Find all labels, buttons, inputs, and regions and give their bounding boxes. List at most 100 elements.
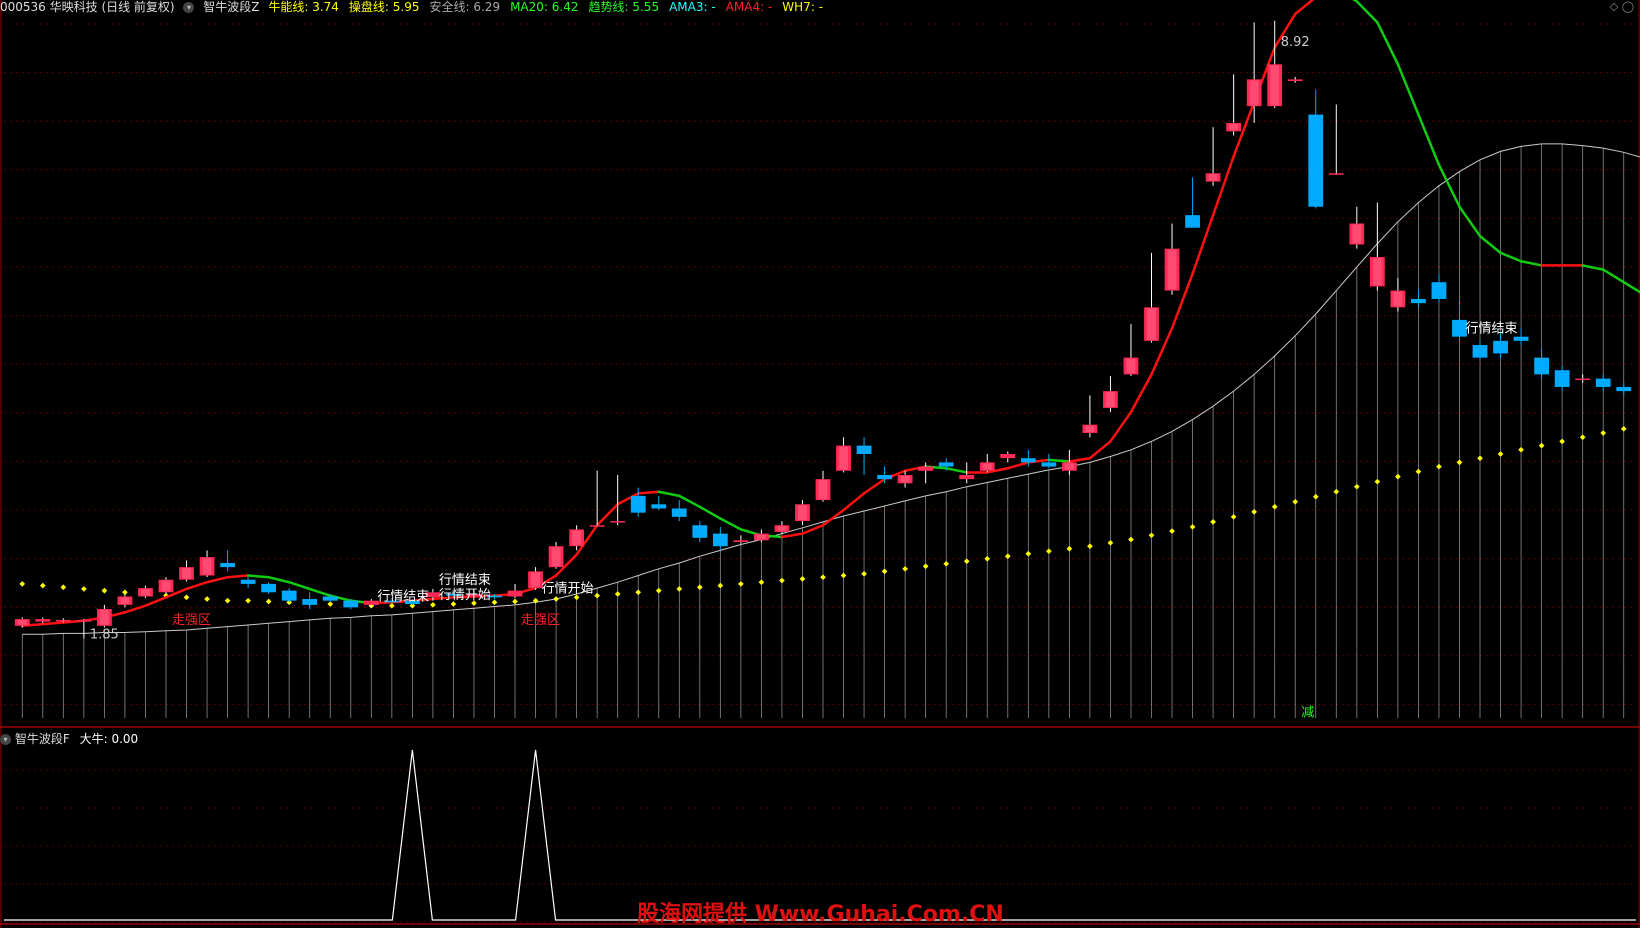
candle <box>261 582 277 594</box>
candle-body <box>1308 114 1324 207</box>
sub-header: ▾ 智牛波段F 大牛: 0.00 <box>0 731 138 747</box>
candle-highlight <box>100 610 109 625</box>
candle <box>1205 127 1221 186</box>
chart-annotation: 行情开始 <box>542 581 594 596</box>
main-chart-panel[interactable]: 8.921.85走强区 走强区行情结束行情结束行情开始 行情开始行情结束减 <box>0 0 1640 928</box>
chart-annotation: 行情结束 <box>439 573 491 588</box>
indicator-value-number: - <box>818 0 824 14</box>
sub-indicator-menu-icon[interactable]: ▾ <box>0 734 11 745</box>
trend-line-segment <box>1129 373 1153 414</box>
indicator-value-7: WH7: - <box>782 0 828 14</box>
bull-indicator-line <box>4 749 1636 921</box>
candle-highlight <box>161 580 171 592</box>
watermark-text: 股海网提供 Www.Guhai.Com.CN <box>637 902 1004 927</box>
indicator-value-2: 安全线: 6.29 <box>430 0 506 14</box>
candle <box>979 454 995 473</box>
candle <box>220 550 235 572</box>
trend-line-segment <box>678 494 702 509</box>
candle <box>712 526 728 551</box>
candle <box>754 529 769 542</box>
yellow-dot <box>1046 548 1052 555</box>
trend-line-segment <box>1088 440 1112 460</box>
candle <box>610 474 626 526</box>
indicator-value-number: - <box>711 0 716 14</box>
candle-body <box>281 590 297 601</box>
candle <box>671 500 687 522</box>
candle-body <box>1554 370 1570 387</box>
yellow-dot <box>19 581 26 587</box>
candle <box>35 617 51 624</box>
candle <box>692 521 708 542</box>
yellow-dot <box>1148 532 1155 539</box>
candle-body <box>55 619 71 622</box>
candle-highlight <box>1126 358 1136 374</box>
candle <box>117 593 133 608</box>
candle-highlight <box>1064 463 1074 470</box>
yellow-dot <box>1230 514 1237 520</box>
yellow-dot <box>738 581 744 587</box>
indicator-value-number: 5.55 <box>632 0 660 14</box>
yellow-dot <box>101 587 108 594</box>
candle-highlight <box>839 446 848 470</box>
yellow-dot <box>81 586 87 592</box>
indicator-menu-icon[interactable]: ▾ <box>183 2 195 13</box>
candle <box>1287 76 1303 83</box>
trend-line-segment <box>1478 234 1502 255</box>
top-right-controls: ◇ ◯ <box>1610 0 1634 13</box>
circle-menu-icon[interactable]: ◯ <box>1622 0 1634 13</box>
candle-body <box>671 508 687 517</box>
candle-highlight <box>1270 65 1280 106</box>
trend-line-segment <box>698 505 722 520</box>
yellow-dot <box>1107 540 1114 546</box>
candle-highlight <box>1147 308 1156 340</box>
trend-line-segment <box>246 574 270 579</box>
trend-line-segment <box>1499 251 1523 263</box>
candle-body <box>1287 79 1303 82</box>
candle-body <box>1041 462 1057 467</box>
diamond-icon[interactable]: ◇ <box>1610 0 1618 13</box>
trend-line-segment <box>842 492 866 512</box>
yellow-dots-layer <box>19 426 1627 609</box>
candle <box>1185 177 1200 228</box>
yellow-dot <box>1436 463 1442 470</box>
candle-body <box>589 525 605 527</box>
indicator-value-number: 3.74 <box>312 0 339 14</box>
indicator-name[interactable]: 智牛波段Z <box>203 0 259 14</box>
candle-body <box>733 540 749 542</box>
indicator-values: 牛能线: 3.74 操盘线: 5.95 安全线: 6.29 MA20: 6.42 趋势线… <box>268 0 833 14</box>
indicator-value-1: 操盘线: 5.95 <box>349 0 425 14</box>
candle-body <box>630 495 646 513</box>
candle <box>138 585 153 599</box>
sub-indicator-name[interactable]: 智牛波段F <box>15 732 70 746</box>
yellow-dot <box>635 589 642 596</box>
candle <box>836 437 851 473</box>
sub-indicator-label: 大牛: <box>79 732 108 746</box>
candle-highlight <box>1372 258 1382 286</box>
trend-line-segment <box>226 574 250 579</box>
candle-body <box>1000 454 1016 459</box>
candle-highlight <box>1229 123 1239 131</box>
yellow-dot <box>1271 503 1278 510</box>
candle-body <box>918 466 934 471</box>
yellow-dot <box>655 587 662 594</box>
candle-body <box>35 619 51 622</box>
yellow-dot <box>717 582 724 589</box>
candle-body <box>1534 357 1549 375</box>
yellow-dot <box>881 568 888 575</box>
chart-frame <box>0 0 1640 928</box>
chart-annotation: 行情结束 <box>1465 321 1517 336</box>
trend-line-segment <box>821 508 845 527</box>
yellow-dot <box>861 571 867 577</box>
candle <box>795 500 810 526</box>
indicator-value-label: 牛能线: <box>268 0 313 14</box>
yellow-dot <box>1518 446 1524 453</box>
trend-line-segment <box>267 575 291 584</box>
yellow-dot <box>902 565 908 572</box>
trend-line-segment <box>144 596 168 607</box>
candle-highlight <box>551 547 561 567</box>
safety-line <box>22 143 1640 635</box>
candle-body <box>959 474 975 480</box>
candle <box>179 560 194 582</box>
yellow-dot <box>1292 498 1299 505</box>
candle-body <box>1575 378 1591 381</box>
